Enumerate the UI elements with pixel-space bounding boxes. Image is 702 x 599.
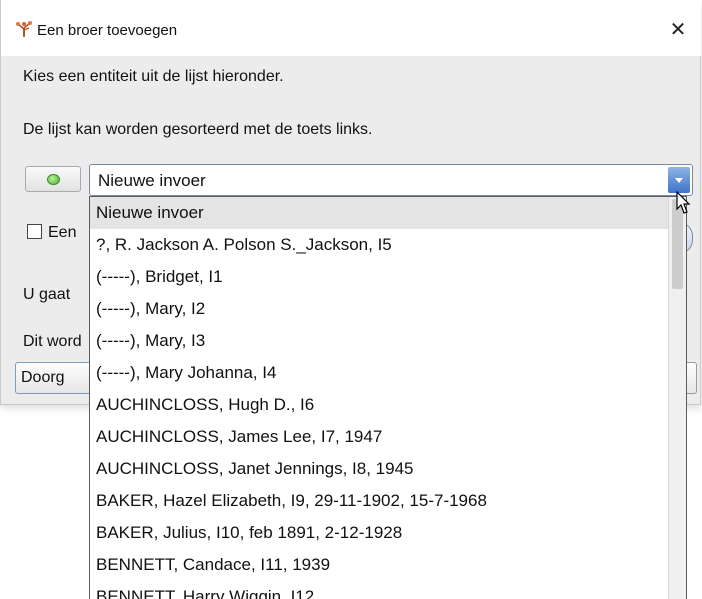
list-item[interactable]: (-----), Mary, I2	[90, 293, 668, 325]
list-scrollbar[interactable]	[668, 197, 686, 599]
title-bar: Een broer toevoegen ✕	[1, 0, 701, 56]
list-item[interactable]: (-----), Bridget, I1	[90, 261, 668, 293]
list-item[interactable]: BENNETT, Harry Wiggin, I12	[90, 581, 668, 599]
info-text-1: U gaat	[23, 286, 71, 303]
dropdown-arrow-icon[interactable]	[668, 167, 690, 193]
continue-button-label: Doorg	[21, 369, 65, 386]
instruction-text-1: Kies een entiteit uit de lijst hieronder…	[23, 68, 284, 85]
checkbox-row[interactable]: Een	[27, 224, 76, 242]
checkbox-label: Een	[48, 224, 77, 241]
checkbox[interactable]	[27, 224, 42, 239]
sort-button[interactable]	[25, 166, 81, 192]
list-item[interactable]: AUCHINCLOSS, James Lee, I7, 1947	[90, 421, 668, 453]
list-item[interactable]: BAKER, Hazel Elizabeth, I9, 29-11-1902, …	[90, 485, 668, 517]
list-item[interactable]: AUCHINCLOSS, Janet Jennings, I8, 1945	[90, 453, 668, 485]
list-item[interactable]: (-----), Mary Johanna, I4	[90, 357, 668, 389]
app-tree-icon	[15, 20, 33, 38]
list-item[interactable]: BENNETT, Candace, I11, 1939	[90, 549, 668, 581]
instruction-text-2: De lijst kan worden gesorteerd met de to…	[23, 121, 373, 138]
close-icon: ✕	[669, 19, 687, 41]
list-item[interactable]: AUCHINCLOSS, Hugh D., I6	[90, 389, 668, 421]
dropdown-list[interactable]: Nieuwe invoer ?, R. Jackson A. Polson S.…	[89, 196, 687, 599]
close-button[interactable]: ✕	[655, 10, 701, 50]
info-text-2: Dit word	[23, 333, 82, 350]
list-item[interactable]: (-----), Mary, I3	[90, 325, 668, 357]
list-item[interactable]: Nieuwe invoer	[90, 197, 668, 229]
list-item[interactable]: BAKER, Julius, I10, feb 1891, 2-12-1928	[90, 517, 668, 549]
combo-selected-value: Nieuwe invoer	[98, 171, 206, 190]
window-title: Een broer toevoegen	[37, 22, 178, 39]
entity-combobox[interactable]: Nieuwe invoer	[89, 164, 693, 196]
green-gem-icon	[47, 174, 60, 185]
continue-button[interactable]: Doorg	[15, 362, 91, 394]
list-item[interactable]: ?, R. Jackson A. Polson S._Jackson, I5	[90, 229, 668, 261]
mouse-pointer-icon	[676, 191, 691, 214]
